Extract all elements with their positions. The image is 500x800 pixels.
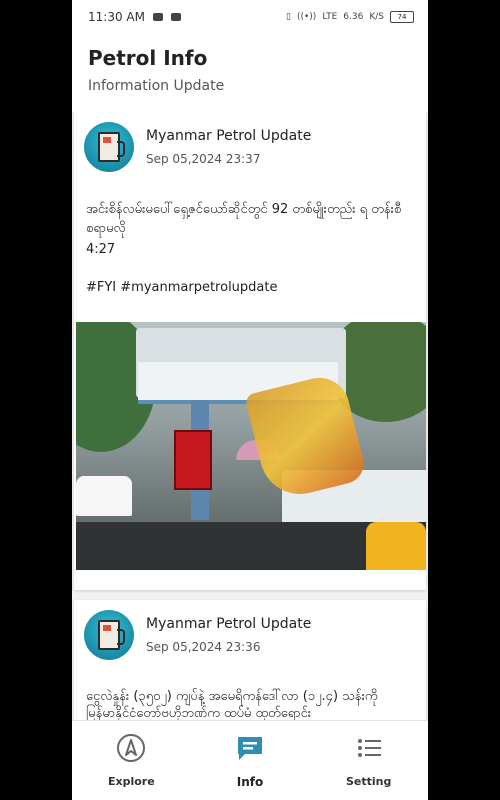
- post-author: Myanmar Petrol Update: [146, 128, 312, 144]
- network-type: LTE: [322, 12, 338, 22]
- post-photo[interactable]: [76, 322, 426, 570]
- nav-label: Info: [236, 775, 264, 789]
- vibrate-icon: ▯: [286, 12, 291, 22]
- net-speed: 6.36: [343, 12, 364, 22]
- avatar: [84, 610, 134, 660]
- post-author: Myanmar Petrol Update: [146, 616, 312, 632]
- post-text: ငွေလဲနှုန်း (၃၅၀၂) ကျပ်နဲ့ အမေရိကန်ဒေါ်လ…: [86, 689, 378, 720]
- app-header: Petrol Info Information Update: [72, 34, 428, 112]
- post-time: Sep 05,2024 23:37: [146, 152, 261, 166]
- post-card[interactable]: Myanmar Petrol Update Sep 05,2024 23:37 …: [74, 112, 426, 590]
- status-app-icon: [152, 13, 163, 21]
- bottom-navigation: Explore Info Setting: [72, 720, 428, 800]
- fuel-pump-icon: [98, 132, 125, 162]
- nav-label: Explore: [107, 775, 155, 788]
- chat-icon: [235, 733, 265, 763]
- phone-screen: 11:30 AM ▯ ((•)) LTE 6.36 K/S 74 Petrol …: [72, 0, 428, 800]
- post-hashtags[interactable]: #FYI #myanmarpetrolupdate: [86, 280, 277, 295]
- post-card[interactable]: Myanmar Petrol Update Sep 05,2024 23:36 …: [74, 600, 426, 720]
- nav-label: Setting: [345, 775, 392, 788]
- battery-icon: 74: [390, 11, 414, 23]
- avatar: [84, 122, 134, 172]
- fuel-pump-icon: [98, 620, 125, 650]
- compass-icon: [116, 733, 146, 763]
- nav-info[interactable]: Info: [195, 721, 305, 800]
- status-time: 11:30 AM: [88, 10, 145, 24]
- signal-icon: ((•)): [296, 12, 317, 22]
- page-subtitle: Information Update: [88, 78, 225, 94]
- post-time: Sep 05,2024 23:36: [146, 640, 261, 654]
- photo-price-sign: [174, 430, 212, 490]
- nav-setting[interactable]: Setting: [314, 721, 424, 800]
- settings-list-icon: [354, 733, 384, 763]
- page-title: Petrol Info: [88, 46, 208, 70]
- post-text: အင်းစိန်လမ်းမပေါ်ရှေ့ဇင်ယော်ဆိုင်တွင် 92…: [86, 202, 402, 236]
- net-speed-unit: K/S: [369, 12, 384, 22]
- status-notification-icon: [170, 13, 181, 21]
- nav-explore[interactable]: Explore: [76, 721, 186, 800]
- posts-feed[interactable]: Myanmar Petrol Update Sep 05,2024 23:37 …: [72, 112, 428, 720]
- status-bar: 11:30 AM ▯ ((•)) LTE 6.36 K/S 74: [72, 0, 428, 34]
- post-duration: 4:27: [86, 242, 116, 257]
- photo-yellow-object: [366, 522, 426, 570]
- photo-car: [76, 476, 132, 516]
